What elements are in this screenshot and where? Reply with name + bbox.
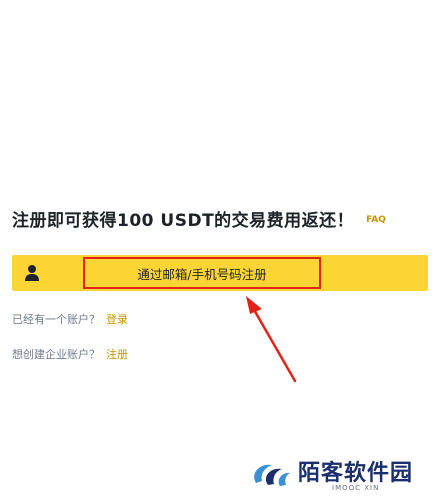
watermark: 陌客软件园 IMOOC XIN: [252, 453, 432, 497]
login-link[interactable]: 登录: [106, 313, 128, 326]
watermark-subtitle: IMOOC XIN: [332, 484, 380, 492]
signup-bar[interactable]: 通过邮箱/手机号码注册: [12, 255, 428, 291]
enterprise-signup-link[interactable]: 注册: [106, 348, 128, 361]
signup-email-phone-button[interactable]: 通过邮箱/手机号码注册: [83, 257, 321, 289]
annotation-arrow: [246, 296, 297, 383]
faq-link[interactable]: FAQ: [366, 215, 386, 225]
login-prompt: 已经有一个账户？ 登录: [12, 311, 128, 327]
headline-text: 注册即可获得100 USDT的交易费用返还！: [12, 211, 355, 231]
enterprise-prompt: 想创建企业账户？ 注册: [12, 346, 128, 362]
headline: 注册即可获得100 USDT的交易费用返还！ FAQ: [12, 206, 386, 231]
watermark-logo-icon: [254, 464, 290, 486]
login-prompt-text: 已经有一个账户？: [12, 313, 100, 326]
enterprise-prompt-text: 想创建企业账户？: [12, 348, 100, 361]
user-icon: [25, 265, 39, 281]
watermark-title: 陌客软件园: [298, 460, 414, 486]
signup-button-label: 通过邮箱/手机号码注册: [137, 266, 267, 282]
